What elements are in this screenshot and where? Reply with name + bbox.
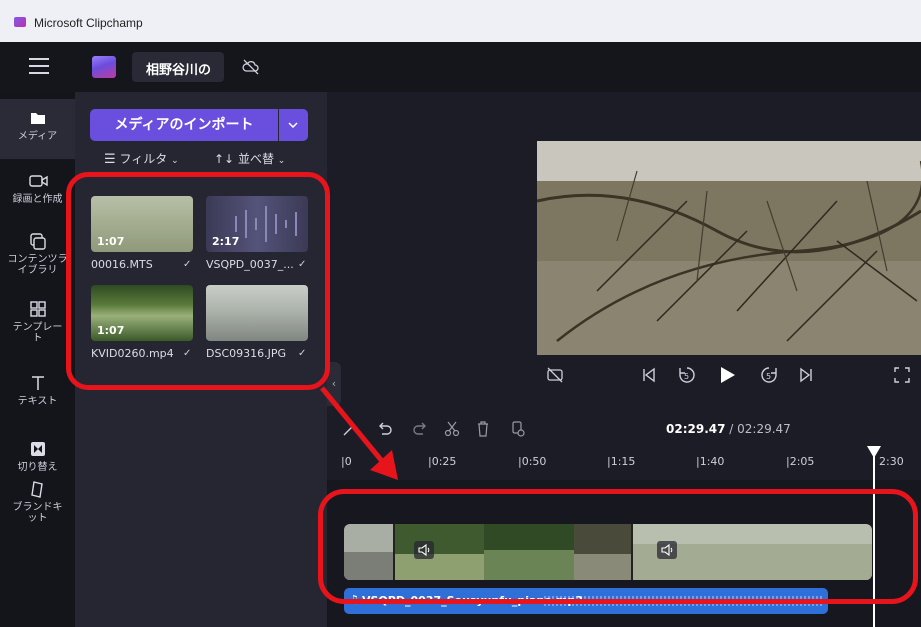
ruler-tick: |1:40 (696, 455, 725, 468)
rewind-5-icon[interactable]: 5 (677, 365, 697, 385)
sidebar-item-brand-kit[interactable]: ブランドキット (0, 478, 75, 524)
delete-icon[interactable] (475, 420, 491, 438)
filter-icon: ☰ (104, 152, 116, 167)
fullscreen-icon[interactable] (893, 366, 911, 384)
sidebar-item-label: 切り替え (17, 462, 58, 473)
sidebar-item-text[interactable]: テキスト (0, 372, 75, 407)
camera-icon (28, 175, 48, 187)
chevron-down-icon: ⌄ (277, 156, 286, 166)
caption-off-icon[interactable] (546, 366, 564, 384)
cloud-off-icon[interactable] (242, 58, 260, 76)
filter-button[interactable]: ☰ フィルタ ⌄ (104, 150, 179, 167)
ruler-tick: |0:50 (518, 455, 547, 468)
sidebar-item-transitions[interactable]: 切り替え (0, 438, 75, 473)
sidebar-item-label: テキスト (17, 396, 58, 407)
sort-button[interactable]: ↑↓ 並べ替 ⌄ (214, 150, 285, 167)
forward-5-icon[interactable]: 5 (759, 365, 779, 385)
time-separator: / (725, 422, 738, 436)
svg-text:5: 5 (766, 372, 771, 381)
video-preview[interactable] (537, 141, 921, 355)
import-options-button[interactable] (279, 109, 308, 141)
brand-kit-icon (30, 481, 43, 498)
text-icon (31, 376, 44, 390)
sort-icon: ↑↓ (214, 152, 235, 166)
folder-icon (30, 113, 45, 124)
window-titlebar: Microsoft Clipchamp (0, 0, 921, 42)
clipchamp-logo (92, 56, 116, 78)
play-icon[interactable] (717, 365, 737, 385)
sidebar-item-label: メディア (17, 131, 58, 142)
sidebar-item-label: コンテンツライブラリ (7, 254, 68, 276)
redo-icon[interactable] (412, 420, 428, 438)
ruler-tick: 2:30 (879, 455, 904, 468)
total-time: 02:29.47 (737, 422, 791, 436)
window-title: Microsoft Clipchamp (34, 15, 143, 30)
project-name: 相野谷川の (146, 63, 212, 78)
import-media-button[interactable]: メディアのインポート (90, 109, 278, 141)
split-scissors-icon[interactable] (444, 420, 460, 438)
timecode-display: 02:29.47 / 02:29.47 (666, 422, 791, 436)
skip-to-start-icon[interactable] (640, 366, 658, 384)
sort-label: 並べ替 (237, 152, 274, 166)
ruler-tick: |2:05 (786, 455, 815, 468)
preview-frame-image (537, 141, 921, 355)
clipchamp-app-icon (14, 17, 26, 27)
template-icon (29, 301, 46, 317)
ruler-tick: |1:15 (607, 455, 636, 468)
current-time: 02:29.47 (666, 422, 726, 436)
ruler-tick: |0:25 (428, 455, 457, 468)
sidebar-item-content-library[interactable]: コンテンツライブラリ (0, 230, 75, 276)
chevron-down-icon (288, 122, 298, 129)
playhead-handle[interactable] (867, 446, 881, 458)
chevron-down-icon: ⌄ (171, 156, 179, 166)
sidebar-item-record[interactable]: 録画と作成 (0, 170, 75, 205)
transition-icon (30, 442, 45, 456)
library-icon (29, 233, 46, 250)
annotation-arrow (320, 386, 398, 480)
sidebar-item-label: テンプレート (12, 322, 63, 344)
svg-text:5: 5 (684, 372, 689, 381)
highlight-box-media (66, 172, 330, 390)
sidebar-item-label: 録画と作成 (12, 194, 63, 205)
sidebar-item-label: ブランドキット (12, 502, 63, 524)
filter-label: フィルタ (119, 152, 168, 166)
menu-icon[interactable] (29, 58, 49, 74)
highlight-box-timeline (318, 489, 918, 604)
sidebar-item-media[interactable]: メディア (0, 99, 75, 159)
sidebar-item-templates[interactable]: テンプレート (0, 298, 75, 344)
duplicate-icon[interactable] (510, 420, 526, 438)
skip-to-end-icon[interactable] (797, 366, 815, 384)
